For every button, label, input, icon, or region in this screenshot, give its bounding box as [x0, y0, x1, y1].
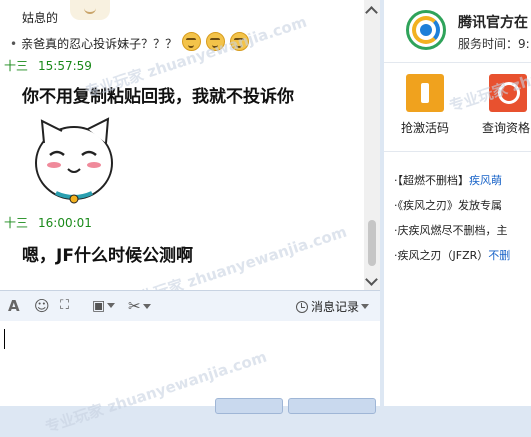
scroll-thumb[interactable] — [368, 220, 376, 266]
news-item[interactable]: ·《疾风之刃》发放专属 — [394, 197, 502, 213]
message-meta: 十三 15:57:59 — [4, 57, 92, 74]
clock-icon — [296, 301, 308, 313]
message-time: 16:00:01 — [38, 216, 92, 230]
chat-history: 姑息的 • 亲爸真的忍心投诉妹子？？？ 十三 15:57:59 你不用复制粘贴回我，… — [0, 0, 380, 290]
previous-message-text: 亲爸真的忍心投诉妹子？？？ — [21, 37, 178, 51]
previous-message: • 亲爸真的忍心投诉妹子？？？ — [10, 32, 250, 52]
sad-emoji-icon — [230, 32, 250, 51]
message-input[interactable]: 专业玩家 zhuanyewanjia.com — [0, 321, 380, 436]
news-item[interactable]: ·【超燃不删档】疾风萌 — [394, 172, 502, 188]
service-time: 服务时间：9: — [458, 37, 530, 51]
divider — [384, 151, 531, 152]
app-label-query[interactable]: 查询资格 — [482, 119, 530, 136]
app-label-activation[interactable]: 抢激活码 — [401, 119, 449, 136]
send-button[interactable] — [288, 398, 376, 414]
emoji-icon[interactable]: ☺ — [34, 297, 50, 315]
cat-sticker — [35, 117, 113, 204]
sad-emoji-icon — [182, 32, 202, 51]
input-toolbar: A ☺ ⛶ ▣ ✂ 消息记录 — [0, 290, 380, 322]
image-icon[interactable]: ▣ — [92, 297, 116, 315]
cat-bell — [69, 194, 79, 204]
official-account-panel: 腾讯官方在 服务时间：9: 抢激活码 查询资格 ·【超燃不删档】疾风萌 ·《疾风… — [384, 0, 531, 406]
text-cursor — [4, 329, 5, 349]
report-icon[interactable] — [406, 74, 444, 112]
official-account-name: 腾讯官方在 — [458, 15, 528, 31]
font-icon[interactable]: A — [8, 297, 20, 315]
divider — [384, 62, 531, 63]
close-button[interactable] — [215, 398, 283, 414]
scissors-icon[interactable]: ✂ — [128, 297, 151, 315]
watermark: 专业玩家 zhuanyewanjia.com — [43, 347, 269, 437]
chat-scrollbar[interactable] — [364, 0, 380, 290]
tencent-logo-icon — [406, 10, 446, 50]
cat-left-blush — [47, 162, 61, 168]
message-history-label: 消息记录 — [311, 300, 360, 314]
sender-name: 十三 — [4, 59, 29, 73]
message-text: 嗯，JF什么时候公测啊 — [22, 246, 193, 266]
previous-message-tail: 姑息的 — [22, 11, 59, 25]
news-item[interactable]: ·庆疾风燃尽不删档，主 — [394, 222, 508, 238]
message-history-button[interactable]: 消息记录 — [296, 298, 370, 315]
message-text: 你不用复制粘贴回我，我就不投诉你 — [22, 87, 294, 107]
news-item[interactable]: ·疾风之刃（JFZR）不删 — [394, 247, 510, 263]
message-time: 15:57:59 — [38, 59, 92, 73]
scroll-down-icon[interactable] — [364, 274, 380, 288]
chevron-down-icon — [107, 303, 116, 308]
sad-emoji-icon — [206, 32, 226, 51]
chevron-down-icon — [361, 304, 370, 309]
previous-sticker — [70, 0, 110, 20]
query-icon[interactable] — [489, 74, 527, 112]
scroll-up-icon[interactable] — [364, 4, 380, 16]
sender-name: 十三 — [4, 216, 29, 230]
screenshot-icon[interactable]: ⛶ — [60, 297, 69, 315]
cat-right-blush — [87, 162, 101, 168]
message-meta: 十三 16:00:01 — [4, 214, 92, 231]
chevron-down-icon — [142, 304, 151, 309]
bullet: • — [10, 37, 18, 51]
